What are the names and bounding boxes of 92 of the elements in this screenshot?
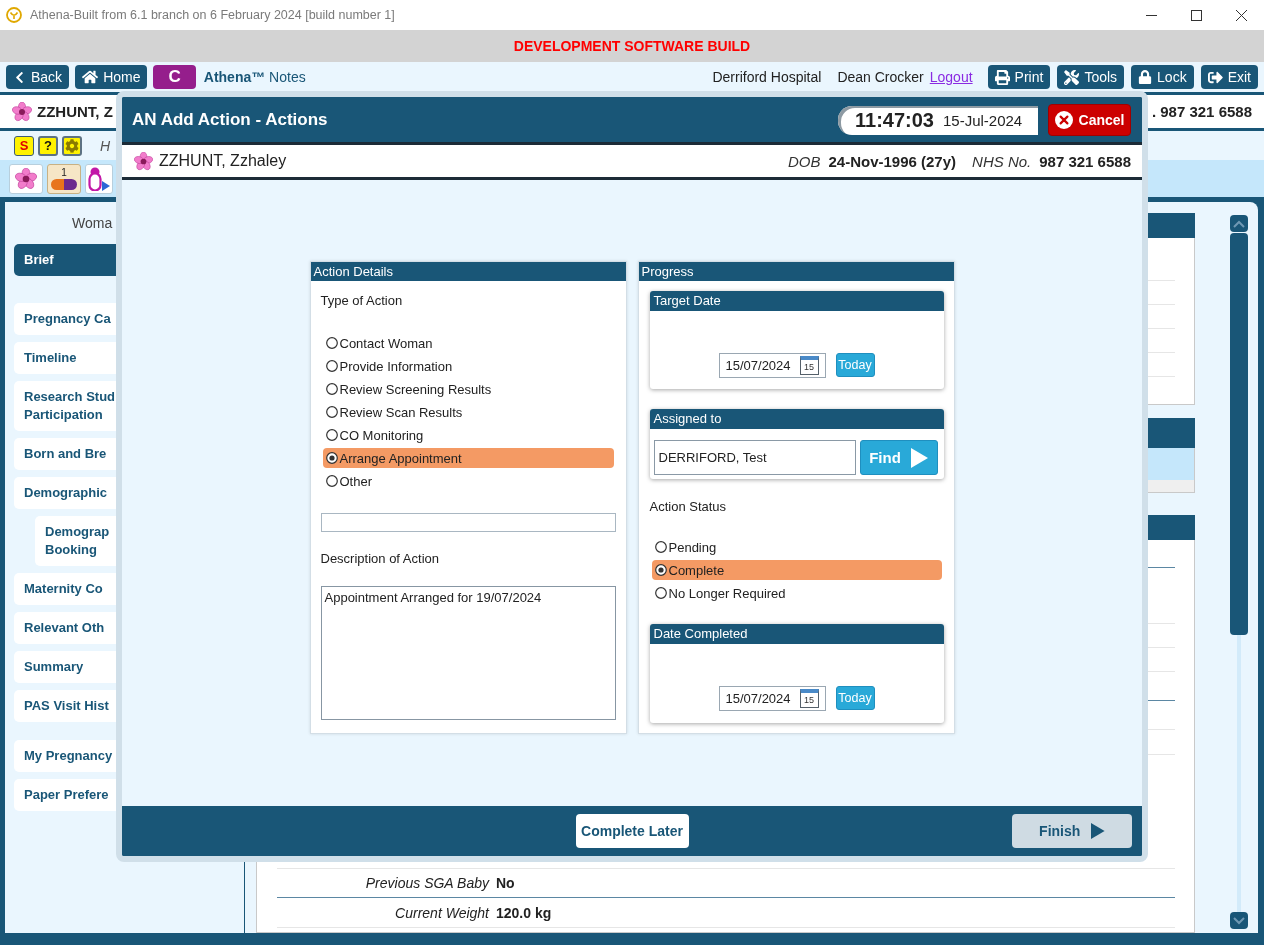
logo-icon — [6, 7, 22, 23]
field-label: Description of Action — [320, 551, 439, 567]
lock-button[interactable]: Lock — [1131, 65, 1194, 89]
nhs-number: . 987 321 6588 — [1151, 103, 1252, 120]
maximize-icon — [1191, 9, 1202, 21]
logout-link[interactable]: Logout — [929, 69, 973, 85]
user-name: Dean Crocker — [837, 69, 924, 85]
scroll-down-button[interactable] — [1230, 912, 1248, 929]
radio-icon — [325, 360, 338, 372]
person-with-arrow-icon — [88, 166, 110, 191]
scroll-up-button[interactable] — [1230, 215, 1248, 232]
field-label: Previous SGA Baby — [364, 875, 489, 891]
tools-button[interactable]: Tools — [1057, 65, 1125, 89]
assigned-field[interactable]: DERRIFORD, Test — [653, 440, 856, 475]
field-label: Action Status — [649, 499, 727, 515]
field-value: 120.0 kg — [496, 904, 552, 921]
radio-icon — [325, 429, 338, 441]
radio-icon — [654, 587, 667, 599]
exit-button[interactable]: Exit — [1200, 65, 1258, 89]
radio-option[interactable]: Review Scan Results — [322, 402, 614, 422]
flower-icon — [12, 101, 32, 122]
back-button[interactable]: Back — [6, 65, 70, 89]
field-value: No — [496, 875, 515, 891]
radio-icon — [654, 564, 667, 576]
settings-button[interactable] — [62, 135, 82, 156]
window-title: Athena-Built from 6.1 branch on 6 February 2024 [build number 1] — [30, 8, 395, 22]
radio-option[interactable]: Pending — [651, 537, 942, 557]
chevron-up-icon — [1233, 219, 1245, 228]
app-name: Athena™ Notes — [203, 69, 306, 85]
patient-name: ZZHUNT, Z — [37, 103, 113, 120]
flower-icon — [134, 151, 153, 171]
chevron-left-icon — [13, 70, 26, 84]
radio-icon — [654, 541, 667, 553]
radio-option[interactable]: Complete — [651, 560, 942, 580]
person-tile-button[interactable] — [85, 163, 113, 194]
banner-text: DEVELOPMENT SOFTWARE BUILD — [513, 38, 751, 54]
input-field[interactable] — [320, 513, 616, 532]
sidebar-heading: Woma — [72, 215, 113, 231]
clock-time: 11:47:03 — [855, 109, 934, 132]
radio-option[interactable]: Contact Woman — [322, 333, 614, 353]
cancel-button[interactable]: Cancel — [1048, 103, 1131, 136]
card-header: Target Date — [649, 291, 944, 311]
play-icon — [1091, 823, 1105, 839]
pill-icon — [51, 178, 77, 190]
chevron-down-icon — [1233, 916, 1245, 925]
radio-option[interactable]: CO Monitoring — [322, 425, 614, 445]
radio-option[interactable]: Arrange Appointment — [322, 448, 614, 468]
radio-option[interactable]: Provide Information — [322, 356, 614, 376]
dialog-title: AN Add Action - Actions — [132, 109, 328, 130]
radio-icon — [325, 452, 338, 464]
hint-text: H — [100, 137, 111, 154]
home-icon — [82, 69, 99, 85]
exit-icon — [1207, 69, 1223, 85]
radio-icon — [325, 383, 338, 395]
close-icon — [1236, 9, 1247, 21]
patient-name: ZZHUNT, Zzhaley — [159, 152, 287, 170]
gear-icon — [65, 138, 79, 153]
nhs-label: NHS No. — [972, 152, 1032, 170]
card-header: Assigned to — [649, 409, 944, 429]
minimize-icon — [1146, 14, 1157, 16]
dob-label: DOB — [787, 152, 821, 170]
s-tile-button[interactable]: S — [14, 135, 34, 156]
radio-option[interactable]: No Longer Required — [651, 583, 942, 603]
wrench-screwdriver-icon — [1064, 69, 1080, 85]
description-field[interactable]: Appointment Arranged for 19/07/2024 — [320, 586, 616, 720]
help-button[interactable]: ? — [38, 135, 58, 156]
home-button[interactable]: Home — [75, 65, 148, 89]
panel-header: Action Details — [310, 262, 626, 281]
radio-option[interactable]: Review Screening Results — [322, 379, 614, 399]
panel-header: Progress — [638, 262, 954, 281]
printer-icon — [994, 69, 1010, 85]
close-circle-icon — [1054, 110, 1073, 129]
clock-date: 15-Jul-2024 — [942, 112, 1023, 129]
location-text: Derriford Hospital — [712, 69, 822, 85]
radio-icon — [325, 337, 338, 349]
radio-icon — [325, 475, 338, 487]
play-icon — [910, 447, 928, 468]
dob-value: 24-Nov-1996 (27y) — [828, 152, 957, 170]
lock-icon — [1138, 70, 1153, 84]
radio-option[interactable]: Other — [322, 471, 614, 491]
letter-button[interactable]: C — [153, 65, 196, 89]
field-label: Current Weight — [394, 904, 489, 921]
radio-icon — [325, 406, 338, 418]
pill-tile-button[interactable]: 1 — [47, 163, 81, 194]
flower-icon — [15, 167, 37, 190]
scrollbar-thumb[interactable] — [1230, 233, 1248, 635]
field-label: Type of Action — [320, 293, 403, 309]
nhs-number: 987 321 6588 — [1039, 152, 1131, 170]
complete-later-button[interactable]: Complete Later — [575, 814, 689, 848]
flower-tile-button[interactable] — [9, 163, 43, 194]
print-button[interactable]: Print — [987, 65, 1051, 89]
card-header: Date Completed — [649, 624, 944, 644]
